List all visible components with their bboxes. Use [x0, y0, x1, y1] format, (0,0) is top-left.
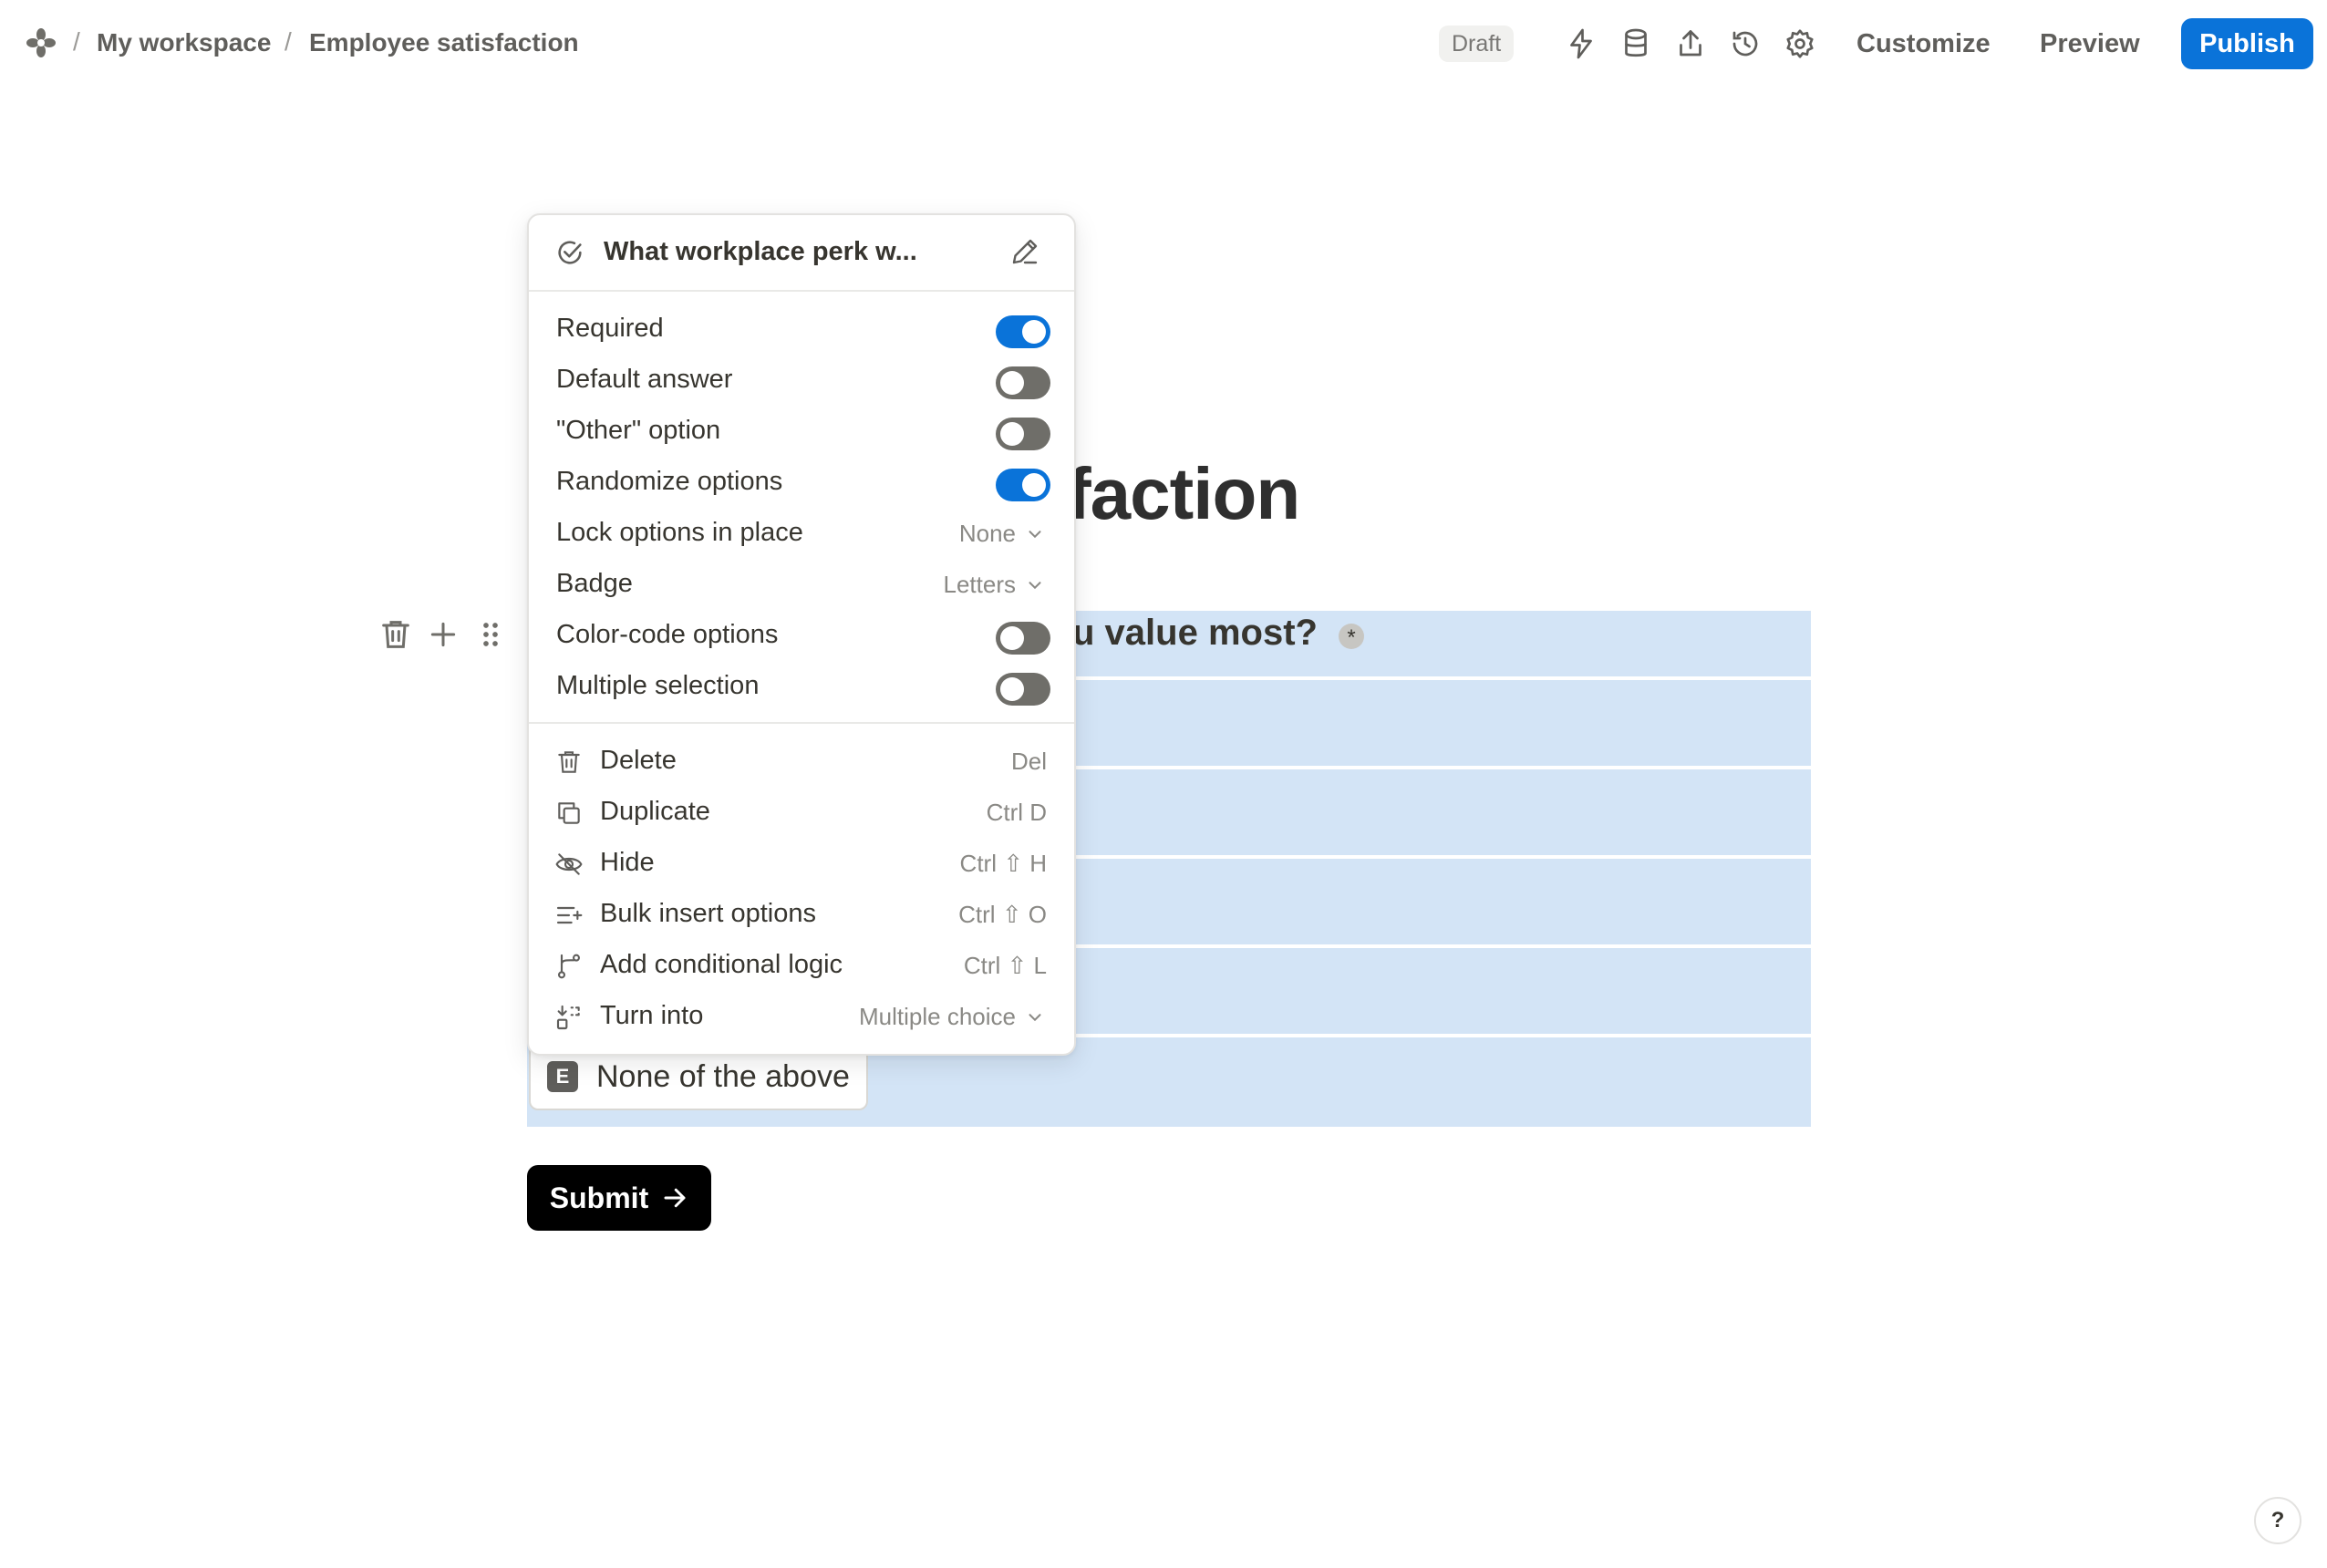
publish-button[interactable]: Publish	[2181, 18, 2313, 69]
chevron-down-icon	[1029, 530, 1041, 538]
action-duplicate[interactable]: Duplicate Ctrl D	[529, 788, 1074, 839]
setting-label: Lock options in place	[556, 518, 803, 547]
database-icon[interactable]	[1619, 27, 1652, 60]
arrow-right-icon	[664, 1188, 686, 1208]
duplicate-icon	[554, 799, 584, 828]
dropdown-value: Letters	[943, 571, 1017, 598]
setting-other-option[interactable]: "Other" option	[529, 407, 1074, 458]
setting-lock-options[interactable]: Lock options in place None	[529, 509, 1074, 560]
question-title: What workplace perk w...	[604, 237, 917, 266]
shortcut-hint: Del	[1010, 748, 1047, 775]
action-label: Bulk insert options	[600, 899, 816, 928]
action-label: Add conditional logic	[600, 950, 843, 979]
lightning-icon[interactable]	[1565, 27, 1598, 60]
setting-randomize-options[interactable]: Randomize options	[529, 458, 1074, 509]
action-hide[interactable]: Hide Ctrl ⇧ H	[529, 839, 1074, 890]
dropdown-value: None	[958, 520, 1016, 547]
customize-button[interactable]: Customize	[1856, 29, 1991, 59]
color-code-toggle[interactable]	[996, 622, 1050, 655]
setting-badge[interactable]: Badge Letters	[529, 560, 1074, 611]
menu-divider	[529, 722, 1074, 724]
action-label: Turn into	[600, 1001, 704, 1030]
question-settings-menu: What workplace perk w... Required Defaul…	[527, 213, 1076, 1056]
edit-pencil-icon[interactable]	[1008, 235, 1041, 268]
action-conditional-logic[interactable]: Add conditional logic Ctrl ⇧ L	[529, 941, 1074, 992]
workspace-logo-icon[interactable]	[26, 27, 57, 58]
settings-icon[interactable]	[1784, 27, 1816, 60]
shortcut-hint: Ctrl ⇧ H	[959, 850, 1047, 877]
top-bar: / My workspace / Employee satisfaction D…	[0, 0, 2327, 91]
lock-options-dropdown[interactable]: None	[959, 520, 1045, 548]
breadcrumb-workspace[interactable]: My workspace	[97, 28, 271, 57]
setting-label: Default answer	[556, 365, 733, 394]
required-marker: *	[1339, 624, 1364, 650]
history-icon[interactable]	[1729, 27, 1762, 60]
help-button[interactable]: ?	[2254, 1497, 2301, 1544]
submit-button[interactable]: Submit	[527, 1165, 711, 1231]
multiple-selection-toggle[interactable]	[996, 673, 1050, 706]
setting-label: Color-code options	[556, 620, 779, 649]
turn-into-icon	[554, 1003, 584, 1032]
chevron-down-icon	[1029, 581, 1041, 589]
bulk-insert-icon	[554, 901, 584, 930]
menu-header: What workplace perk w...	[529, 215, 1074, 292]
setting-color-code-options[interactable]: Color-code options	[529, 611, 1074, 662]
option-label: None of the above	[596, 1058, 850, 1094]
badge-dropdown[interactable]: Letters	[944, 571, 1046, 599]
submit-label: Submit	[549, 1181, 649, 1214]
breadcrumb-separator: /	[73, 27, 80, 56]
breadcrumb-separator: /	[284, 27, 292, 56]
setting-label: Required	[556, 314, 664, 343]
status-badge: Draft	[1439, 26, 1515, 62]
setting-label: "Other" option	[556, 416, 721, 445]
option-badge-letter: E	[547, 1061, 578, 1092]
check-circle-icon	[554, 237, 585, 268]
eye-off-icon	[554, 850, 584, 879]
required-toggle[interactable]	[996, 315, 1050, 348]
preview-button[interactable]: Preview	[2040, 29, 2140, 59]
setting-label: Badge	[556, 569, 633, 598]
dropdown-value: Multiple choice	[859, 1003, 1016, 1030]
action-label: Hide	[600, 848, 655, 877]
action-turn-into[interactable]: Turn into Multiple choice	[529, 992, 1074, 1043]
chevron-down-icon	[1029, 1013, 1041, 1021]
setting-required[interactable]: Required	[529, 304, 1074, 356]
setting-default-answer[interactable]: Default answer	[529, 356, 1074, 407]
other-option-toggle[interactable]	[996, 418, 1050, 450]
question-text[interactable]: u value most?	[1072, 613, 1318, 654]
setting-label: Multiple selection	[556, 671, 760, 700]
drag-handle-icon[interactable]	[472, 616, 509, 653]
breadcrumb-page[interactable]: Employee satisfaction	[309, 28, 579, 57]
randomize-options-toggle[interactable]	[996, 469, 1050, 501]
shortcut-hint: Ctrl ⇧ O	[958, 901, 1047, 928]
trash-icon[interactable]	[377, 616, 414, 653]
shortcut-hint: Ctrl ⇧ L	[963, 952, 1047, 979]
default-answer-toggle[interactable]	[996, 366, 1050, 399]
action-label: Delete	[600, 746, 677, 775]
setting-label: Randomize options	[556, 467, 783, 496]
add-block-icon[interactable]	[425, 616, 461, 653]
branch-icon	[554, 952, 584, 981]
action-bulk-insert[interactable]: Bulk insert options Ctrl ⇧ O	[529, 890, 1074, 941]
share-upload-icon[interactable]	[1674, 27, 1707, 60]
action-delete[interactable]: Delete Del	[529, 737, 1074, 788]
setting-multiple-selection[interactable]: Multiple selection	[529, 662, 1074, 713]
turn-into-dropdown[interactable]: Multiple choice	[859, 1003, 1045, 1031]
action-label: Duplicate	[600, 797, 710, 826]
trash-icon	[554, 748, 584, 777]
form-title[interactable]: faction	[1067, 452, 1300, 536]
shortcut-hint: Ctrl D	[986, 799, 1047, 826]
